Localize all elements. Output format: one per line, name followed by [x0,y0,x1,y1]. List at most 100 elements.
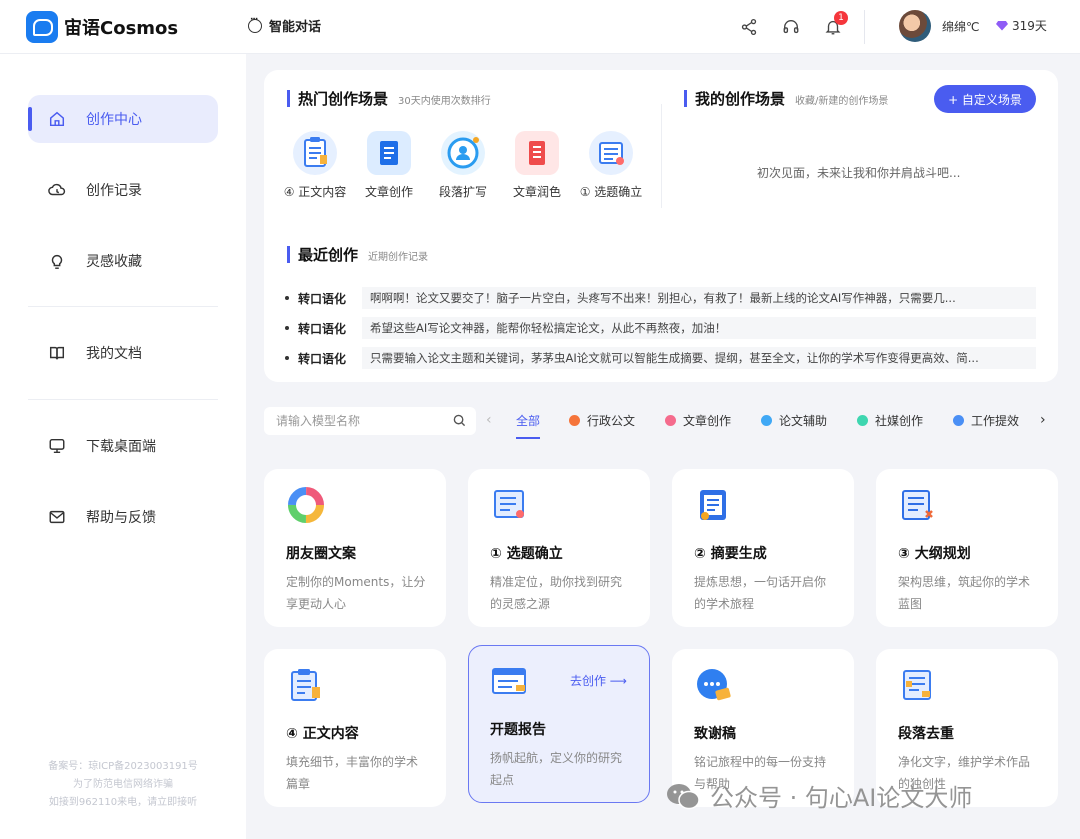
wechat-icon [667,783,700,809]
sidebar-item-label: 创作记录 [86,183,142,199]
sidebar-item-help[interactable]: 帮助与反馈 [28,493,218,541]
sidebar-divider [28,399,218,400]
active-tab-indicator [516,437,540,439]
cloud-icon [48,181,66,199]
go-create-link[interactable]: 去创作 ⟶ [570,672,627,689]
hot-scene-item[interactable]: ④ 正文内容 [279,131,351,200]
empty-hint: 初次见面，未来让我和你并肩战斗吧... [757,166,961,180]
sidebar-item-label: 创作中心 [86,112,142,128]
headset-icon[interactable] [780,16,802,38]
hot-scenes-heading: 热门创作场景 30天内使用次数排行 [287,88,491,109]
recent-item[interactable]: 转口语化 希望这些AI写论文神器，能帮你轻松搞定论文，从此不再熬夜，加油！ [285,317,1036,339]
vip-days-value: 319天 [1012,19,1047,33]
avatar[interactable] [899,10,931,42]
card-title: ② 摘要生成 [694,546,767,562]
tab-paper[interactable]: 论文辅助 [761,412,827,429]
scene-card[interactable]: 朋友圈文案 定制你的Moments，让分享更动人心 [264,469,446,627]
tabs-next-arrow[interactable]: › [1040,412,1046,428]
card-desc: 扬帆起航，定义你的研究起点 [490,751,623,787]
divider [864,10,865,44]
hot-scene-item[interactable]: 文章润色 [501,131,573,200]
watermark-text: 公众号 · 句心AI论文大师 [710,784,973,812]
book-icon [48,344,66,362]
card-desc: 提炼思想，一句话开启你的学术旅程 [694,575,827,611]
sidebar-item-label: 我的文档 [86,346,142,362]
card-title: 朋友圈文案 [286,546,356,562]
vip-days[interactable]: 319天 [996,17,1047,34]
card-title: ④ 正文内容 [286,726,359,742]
thanks-icon [697,669,731,701]
sidebar-item-inspiration[interactable]: 灵感收藏 [28,237,218,285]
notification-bell[interactable]: 1 [822,11,848,38]
mail-icon [48,508,66,526]
report-icon [492,668,526,694]
panel-divider [661,104,662,208]
model-search-input[interactable] [264,407,434,435]
card-desc: 架构思维，筑起你的学术蓝图 [898,575,1031,611]
card-title: 致谢稿 [694,726,736,742]
custom-scene-button[interactable]: + 自定义场景 [934,85,1036,113]
hot-scene-item[interactable]: 段落扩写 [427,131,499,200]
icp-line: 如接到962110来电，请立即接听 [48,797,198,808]
clipboard-icon [291,669,320,701]
hot-scene-item[interactable]: 文章创作 [353,131,425,200]
sidebar-item-label: 下载桌面端 [86,439,156,455]
logo-icon [26,11,58,43]
document-list-icon [589,131,633,175]
scene-card[interactable]: ④ 正文内容 填充细节，丰富你的学术篇章 [264,649,446,807]
scene-card-hovered[interactable]: 去创作 ⟶ 开题报告 扬帆起航，定义你的研究起点 [468,645,650,803]
diamond-icon [996,20,1008,31]
tab-social[interactable]: 社媒创作 [857,412,923,429]
card-title: ③ 大纲规划 [898,546,971,562]
scene-card[interactable]: ① 选题确立 精准定位，助你找到研究的灵感之源 [468,469,650,627]
card-desc: 精准定位，助你找到研究的灵感之源 [490,575,623,611]
sidebar-item-label: 帮助与反馈 [86,510,156,526]
chat-bubble-icon [248,15,262,33]
sidebar-item-my-docs[interactable]: 我的文档 [28,329,218,377]
search-icon[interactable] [453,414,466,427]
hot-scene-item[interactable]: ① 选题确立 [575,131,647,200]
expand-icon [441,131,485,175]
watermark: 公众号 · 句心AI论文大师 [666,778,972,813]
outline-icon [902,490,933,520]
sidebar: 创作中心 创作记录 灵感收藏 我的文档 下载桌面端 帮助与反馈 备案号：琼ICP… [0,54,246,839]
app-name: 宙语Cosmos [64,18,179,39]
tabs-prev-arrow[interactable]: ‹ [486,412,492,428]
scene-card[interactable]: ② 摘要生成 提炼思想，一句话开启你的学术旅程 [672,469,854,627]
card-title: ① 选题确立 [490,546,563,562]
sidebar-item-download[interactable]: 下载桌面端 [28,422,218,470]
sidebar-item-label: 灵感收藏 [86,254,142,270]
card-desc: 填充细节，丰富你的学术篇章 [286,755,419,791]
home-icon [48,110,66,128]
polish-icon [515,131,559,175]
tab-all[interactable]: 全部 [516,412,540,429]
article-icon [367,131,411,175]
scene-card[interactable]: ③ 大纲规划 架构思维，筑起你的学术蓝图 [876,469,1058,627]
sidebar-divider [28,306,218,307]
my-scenes-heading: 我的创作场景 收藏/新建的创作场景 [684,88,888,109]
username[interactable]: 绵绵℃ [942,18,979,35]
icp-info: 备案号：琼ICP备2023003191号 为了防范电信网络诈骗 如接到96211… [0,758,246,812]
app-logo[interactable]: 宙语Cosmos [26,11,178,43]
recent-heading: 最近创作 近期创作记录 [287,244,428,265]
clipboard-icon [293,131,337,175]
model-search [264,407,476,435]
card-title: 段落去重 [898,726,954,742]
share-icon[interactable] [738,16,760,38]
tab-work[interactable]: 工作提效 [953,412,1019,429]
icp-line: 为了防范电信网络诈骗 [73,779,173,790]
sidebar-item-create-history[interactable]: 创作记录 [28,166,218,214]
recent-item[interactable]: 转口语化 啊啊啊！论文又要交了！脑子一片空白，头疼写不出来！别担心，有救了！最新上… [285,287,1036,309]
top-bar: 宙语Cosmos 智能对话 1 绵绵℃ 319天 [0,0,1080,54]
smart-chat-link[interactable]: 智能对话 [248,15,321,35]
tab-article[interactable]: 文章创作 [665,412,731,429]
monitor-icon [48,437,66,455]
bulb-icon [48,252,66,270]
recent-item[interactable]: 转口语化 只需要输入论文主题和关键词，茅茅虫AI论文就可以智能生成摘要、提纲，甚至… [285,347,1036,369]
notification-badge: 1 [834,11,848,25]
icp-line[interactable]: 备案号：琼ICP备2023003191号 [0,758,246,776]
dedupe-icon [903,670,931,700]
sidebar-item-create-center[interactable]: 创作中心 [28,95,218,143]
tab-admin-docs[interactable]: 行政公文 [569,412,635,429]
document-list-icon [494,490,524,518]
